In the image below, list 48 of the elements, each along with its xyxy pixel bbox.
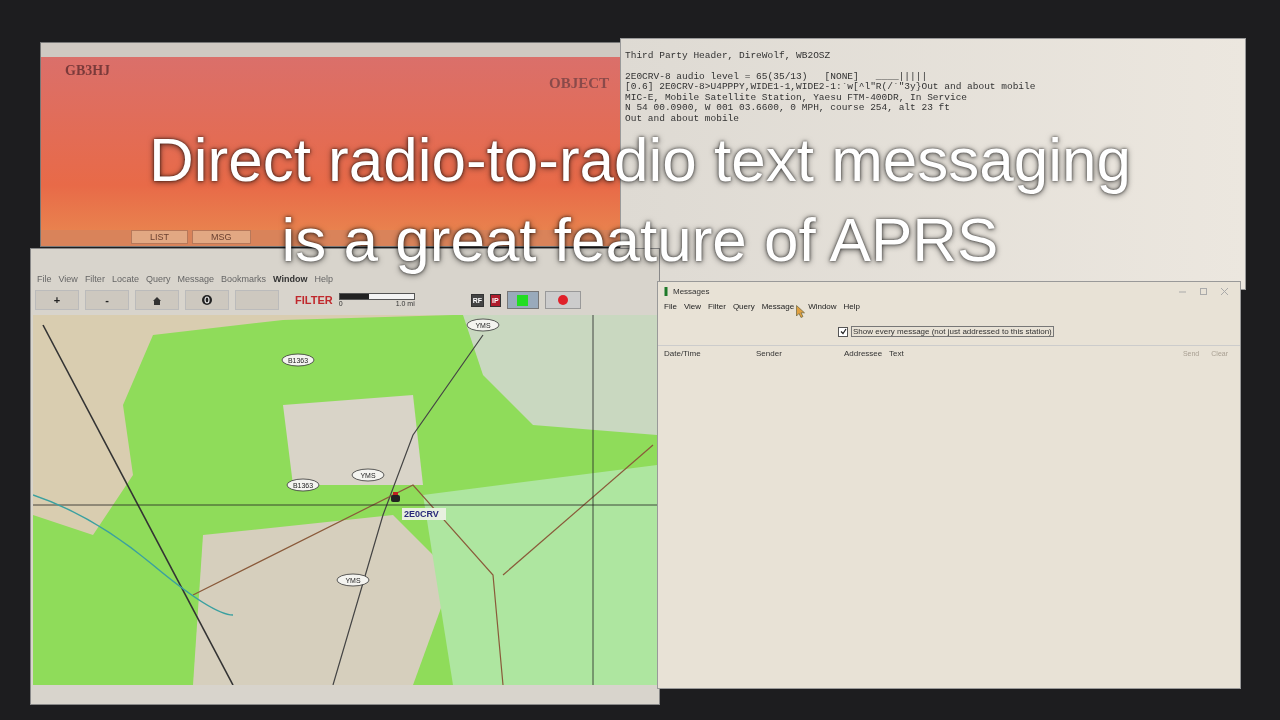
object-callsign: GB3HJ xyxy=(65,63,111,80)
menu-item[interactable]: Filter xyxy=(84,274,105,284)
terminal-line: N 54 00.0900, W 001 03.6600, 0 MPH, course 254, alt 23 ft xyxy=(625,103,951,114)
menu-item[interactable]: View xyxy=(58,274,78,284)
menu-item[interactable]: Bookmarks xyxy=(220,274,266,284)
menu-item[interactable]: Message xyxy=(177,274,214,284)
menu-item[interactable]: Window xyxy=(808,302,837,311)
start-button[interactable] xyxy=(506,291,539,309)
window-title: Messages xyxy=(673,286,710,296)
menu-item[interactable]: Query xyxy=(145,274,171,284)
menu-item[interactable]: Window xyxy=(272,274,308,284)
menu-item[interactable]: Locate xyxy=(111,274,139,284)
column-header[interactable]: Text xyxy=(889,349,1177,358)
range-slider[interactable] xyxy=(338,293,415,300)
menu-item[interactable]: Message xyxy=(761,302,795,311)
terminal-line: MIC-E, Mobile Satellite Station, Yaesu FTM-400DR, In Service xyxy=(625,92,969,103)
reset-button[interactable] xyxy=(185,290,229,310)
column-header[interactable]: Sender xyxy=(756,349,844,358)
menu-item[interactable]: Help xyxy=(314,274,333,284)
stop-button[interactable] xyxy=(544,291,581,309)
cursor-icon xyxy=(796,305,806,318)
object-type-label: OBJECT xyxy=(549,75,609,92)
column-header[interactable]: Date/Time xyxy=(664,349,756,358)
zoom-button[interactable]: + xyxy=(35,290,79,310)
menu-item[interactable]: File xyxy=(37,274,52,284)
circle-zero-icon xyxy=(201,294,213,306)
menu-item[interactable]: Filter xyxy=(708,302,726,311)
menu-item[interactable]: View xyxy=(683,302,702,311)
show-all-checkbox[interactable] xyxy=(838,326,848,337)
column-header[interactable]: Addressee xyxy=(844,349,889,358)
maximize-icon[interactable] xyxy=(1200,287,1207,295)
close-icon[interactable] xyxy=(1221,287,1228,295)
terminal-line: [0.6] 2E0CRV-8>U4PPPY,WIDE1-1,WIDE2-1:`w[^l"R(/`"3y}Out and about mobile xyxy=(625,82,1037,93)
terminal-line: Out and about mobile xyxy=(625,113,741,124)
menu-item[interactable]: Help xyxy=(843,302,861,311)
checkbox-label: Show every message (not just addressed to this station) xyxy=(851,326,1054,337)
tab-button[interactable]: MSG xyxy=(192,230,251,244)
app-icon xyxy=(664,286,668,296)
terminal-line: Third Party Header, DireWolf, WB2OSZ xyxy=(625,51,832,62)
station-icon[interactable] xyxy=(391,492,400,502)
tab-button[interactable]: LIST xyxy=(131,230,188,244)
terminal-line: 2E0CRV-8 audio level = 65(35/13) [NONE] ____||||| xyxy=(625,71,929,82)
zoom-button[interactable]: - xyxy=(85,290,129,310)
menu-item[interactable]: File xyxy=(664,302,677,311)
house-icon xyxy=(152,295,162,305)
filter-label: FILTER xyxy=(295,294,333,306)
home-button[interactable] xyxy=(135,290,179,310)
menu-item[interactable]: Query xyxy=(732,302,755,311)
